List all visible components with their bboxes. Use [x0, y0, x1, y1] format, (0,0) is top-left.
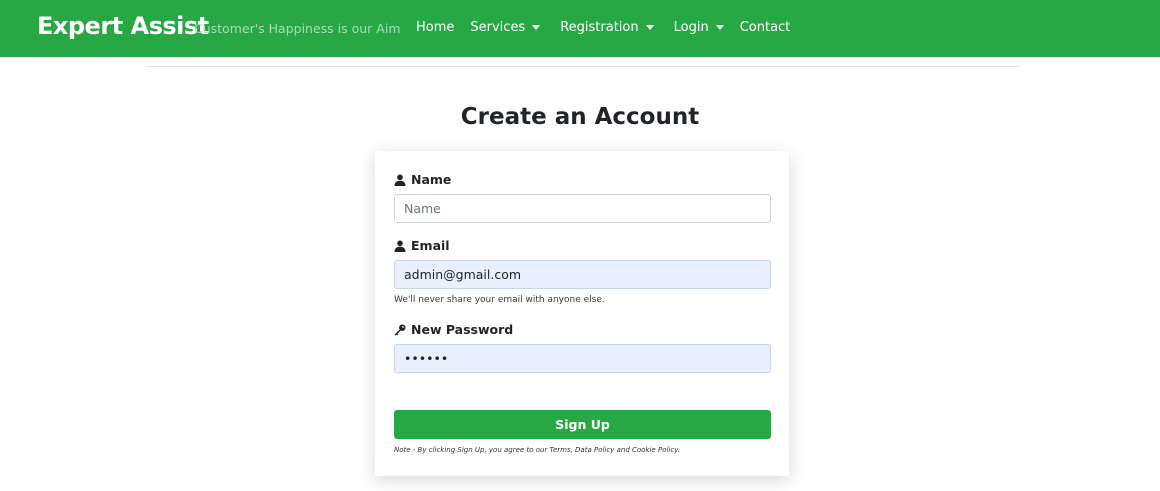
name-label-text: Name	[411, 172, 452, 187]
name-label: Name	[394, 172, 451, 187]
nav-contact[interactable]: Contact	[740, 20, 791, 35]
terms-note: Note - By clicking Sign Up, you agree to…	[394, 446, 681, 454]
brand-tagline: Customer's Happiness is our Aim	[194, 21, 401, 36]
signup-form-card: Name Email We'll never share your email …	[375, 151, 789, 476]
nav-home[interactable]: Home	[416, 20, 454, 35]
caret-down-icon	[715, 25, 724, 30]
password-label-text: New Password	[411, 322, 514, 337]
nav-menu: Home Services Registration Login Contact	[416, 20, 806, 35]
nav-home-label: Home	[416, 20, 455, 35]
key-icon	[394, 324, 406, 336]
nav-services-label: Services	[470, 20, 526, 35]
nav-login-dropdown[interactable]: Login	[674, 20, 724, 35]
email-help-text: We'll never share your email with anyone…	[394, 295, 605, 305]
password-input[interactable]	[394, 344, 771, 373]
top-navbar: Expert Assist Customer's Happiness is ou…	[0, 0, 1160, 57]
sign-up-button[interactable]: Sign Up	[394, 410, 771, 439]
caret-down-icon	[532, 25, 541, 30]
password-label: New Password	[394, 322, 513, 337]
brand-logo[interactable]: Expert Assist	[37, 12, 209, 40]
page-title: Create an Account	[460, 104, 700, 130]
nav-services-dropdown[interactable]: Services	[470, 20, 541, 35]
user-icon	[394, 240, 406, 252]
nav-registration-label: Registration	[560, 20, 639, 35]
nav-contact-label: Contact	[739, 20, 791, 35]
email-input[interactable]	[394, 260, 771, 289]
user-icon	[394, 174, 406, 186]
email-label-text: Email	[411, 238, 450, 253]
horizontal-divider	[146, 66, 1019, 67]
caret-down-icon	[645, 25, 654, 30]
nav-registration-dropdown[interactable]: Registration	[560, 20, 654, 35]
email-label: Email	[394, 238, 450, 253]
nav-login-label: Login	[673, 20, 709, 35]
name-input[interactable]	[394, 194, 771, 223]
